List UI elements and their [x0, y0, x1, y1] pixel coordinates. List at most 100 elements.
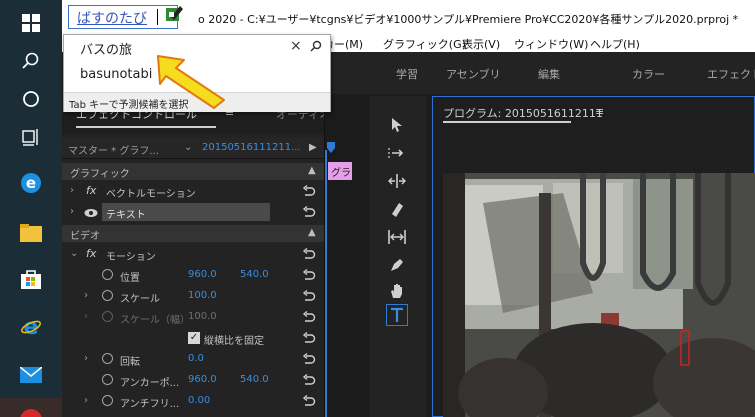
suggestion-item-2[interactable]: basunotabi [80, 67, 152, 82]
effect-row-motion[interactable]: ⌄ fx モーション [62, 244, 324, 265]
reset-icon[interactable] [302, 248, 316, 262]
expand-chevron-icon: › [84, 311, 88, 322]
text-layer-label: テキスト [106, 210, 146, 221]
menu-graphics[interactable]: グラフィック(G) [383, 36, 466, 52]
mini-timeline[interactable]: グラ [324, 96, 369, 417]
scale-label: スケール [120, 294, 160, 305]
reset-icon[interactable] [302, 353, 316, 367]
property-row-anchor-point[interactable]: アンカーポ... 960.0 540.0 [62, 370, 324, 391]
reset-icon[interactable] [302, 185, 316, 199]
internet-explorer-icon[interactable]: e [0, 304, 62, 350]
stopwatch-icon[interactable] [102, 353, 113, 364]
suggestion-item-1[interactable]: バスの旅 [80, 39, 132, 58]
antiflicker-value[interactable]: 0.00 [188, 395, 210, 406]
reset-icon[interactable] [302, 269, 316, 283]
menu-view[interactable]: 表示(V) [462, 36, 500, 52]
graphic-clip-label: グラ [331, 168, 351, 179]
playhead-icon[interactable] [325, 142, 337, 154]
source-selector-row: マスター * グラフ... ⌄ 20150516111211... ▶ [62, 138, 324, 159]
collapse-chevron-icon[interactable]: ⌄ [70, 248, 78, 259]
edge-icon[interactable]: e [0, 160, 62, 206]
property-row-uniform-scale[interactable]: ✓ 縦横比を固定 [62, 328, 324, 349]
anchor-y-value[interactable]: 540.0 [240, 374, 269, 385]
position-y-value[interactable]: 540.0 [240, 269, 269, 280]
taskbar-app-partial[interactable] [0, 398, 62, 417]
pen-tool-icon[interactable] [386, 254, 408, 276]
reset-icon[interactable] [302, 395, 316, 409]
rotation-value[interactable]: 0.0 [188, 353, 204, 364]
stopwatch-icon[interactable] [102, 269, 113, 280]
position-x-value[interactable]: 960.0 [188, 269, 217, 280]
property-row-antiflicker[interactable]: › アンチフリ... 0.00 [62, 391, 324, 412]
razor-tool-icon[interactable] [386, 198, 408, 220]
reset-icon[interactable] [302, 374, 316, 388]
video-frame[interactable] [443, 173, 755, 417]
section-video-label: ビデオ [70, 231, 100, 242]
track-select-tool-icon[interactable] [386, 142, 408, 164]
reset-icon[interactable] [302, 206, 316, 220]
expand-chevron-icon[interactable]: › [84, 353, 88, 364]
rotation-label: 回転 [120, 357, 140, 368]
active-tab-underline [443, 121, 571, 123]
expand-chevron-icon[interactable]: › [84, 290, 88, 301]
workspace-editing[interactable]: 編集 [538, 66, 560, 82]
selection-tool-icon[interactable] [386, 114, 408, 136]
effect-row-vector-motion[interactable]: › fx ベクトルモーション [62, 181, 324, 202]
panel-menu-icon[interactable]: ≡ [595, 105, 604, 118]
fx-icon[interactable]: fx [86, 247, 96, 260]
store-icon[interactable] [0, 256, 62, 302]
scale-width-label: スケール（幅） [120, 315, 190, 326]
eye-icon[interactable] [84, 208, 98, 218]
effect-row-text[interactable]: › テキスト [62, 202, 324, 223]
section-graphic: グラフィック ▲ [62, 163, 324, 180]
ripple-edit-tool-icon[interactable] [386, 170, 408, 192]
mail-icon[interactable] [0, 352, 62, 398]
property-row-rotation[interactable]: › 回転 0.0 [62, 349, 324, 370]
chevron-down-icon[interactable]: ⌄ [184, 142, 192, 153]
text-caret [157, 9, 158, 25]
slip-tool-icon[interactable] [386, 226, 408, 248]
stopwatch-icon[interactable] [102, 374, 113, 385]
annotation-arrow-icon [157, 55, 225, 109]
reset-icon[interactable] [302, 290, 316, 304]
menu-window[interactable]: ウィンドウ(W) [514, 36, 588, 52]
play-triangle-icon[interactable]: ▶ [309, 142, 317, 153]
task-view-icon[interactable] [0, 114, 62, 160]
clip-label[interactable]: 20150516111211... [202, 142, 301, 153]
reset-icon[interactable] [302, 332, 316, 346]
workspace-color[interactable]: カラー [632, 66, 665, 82]
anchor-x-value[interactable]: 960.0 [188, 374, 217, 385]
program-monitor-title[interactable]: プログラム: 20150516112111 [443, 105, 603, 121]
workspace-learning[interactable]: 学習 [396, 66, 418, 82]
close-icon[interactable]: × [290, 38, 302, 54]
program-monitor-panel: プログラム: 20150516112111 ≡ [432, 96, 755, 417]
menu-help[interactable]: ヘルプ(H) [590, 36, 640, 52]
svg-text:e: e [26, 174, 36, 192]
property-row-scale[interactable]: › スケール 100.0 [62, 286, 324, 307]
search-icon[interactable] [310, 40, 322, 52]
ime-composition-box[interactable]: ばすのたび [68, 5, 178, 29]
playhead-line[interactable] [325, 150, 327, 417]
fx-icon[interactable]: fx [86, 184, 96, 197]
expand-chevron-icon[interactable]: › [84, 395, 88, 406]
file-explorer-icon[interactable] [0, 210, 62, 256]
source-label[interactable]: マスター * グラフ... [68, 142, 159, 157]
expand-chevron-icon[interactable]: › [70, 185, 74, 196]
workspace-assembly[interactable]: アセンブリ [446, 66, 500, 82]
type-tool-icon[interactable] [386, 304, 408, 326]
collapse-up-icon[interactable]: ▲ [308, 165, 316, 176]
stopwatch-icon[interactable] [102, 395, 113, 406]
stopwatch-icon [102, 311, 113, 322]
ime-pad-icon[interactable] [166, 4, 184, 22]
scale-value[interactable]: 100.0 [188, 290, 217, 301]
reset-icon[interactable] [302, 311, 316, 325]
property-row-position[interactable]: 位置 960.0 540.0 [62, 265, 324, 286]
collapse-up-icon[interactable]: ▲ [308, 227, 316, 238]
expand-chevron-icon[interactable]: › [70, 206, 74, 217]
hand-tool-icon[interactable] [386, 280, 408, 302]
active-tab-underline [76, 126, 216, 128]
workspace-effects[interactable]: エフェクト [707, 66, 755, 82]
graphic-clip[interactable]: グラ [328, 162, 352, 180]
uniform-scale-checkbox[interactable]: ✓ [188, 332, 200, 344]
stopwatch-icon[interactable] [102, 290, 113, 301]
